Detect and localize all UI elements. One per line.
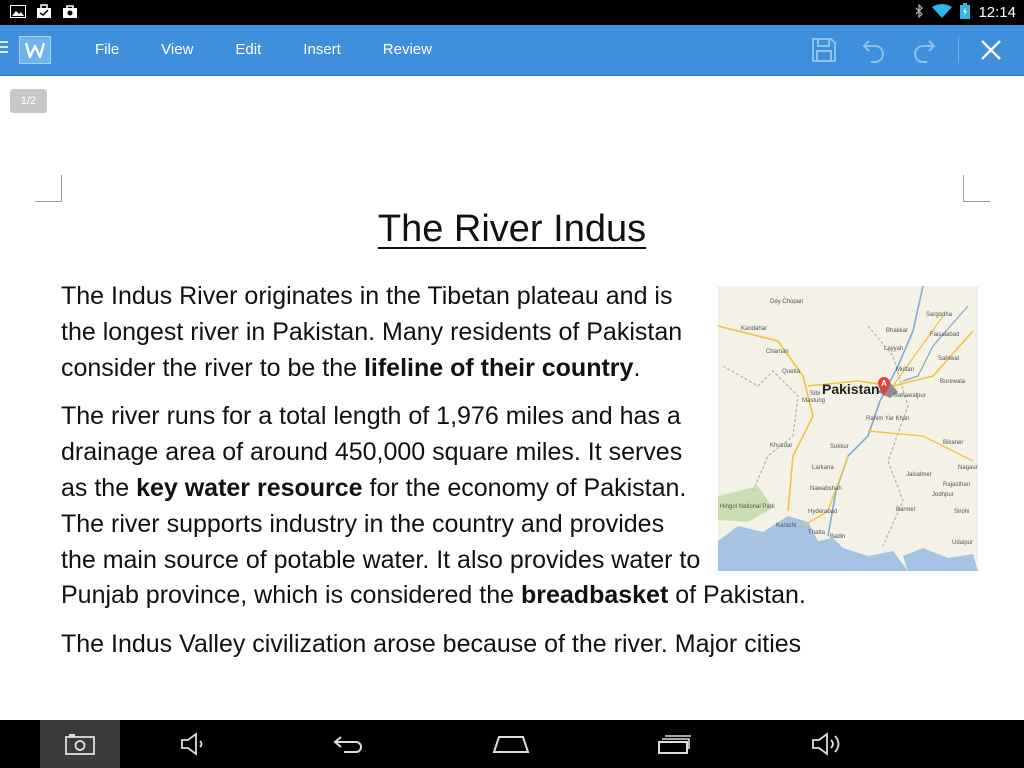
svg-text:Layyah: Layyah — [884, 346, 903, 352]
svg-text:Hyderabad: Hyderabad — [808, 509, 837, 515]
save-icon[interactable] — [810, 36, 840, 64]
page-corner-mark — [963, 175, 990, 202]
svg-text:Rajasthan: Rajasthan — [943, 482, 970, 488]
svg-text:Dey Chopan: Dey Chopan — [770, 299, 803, 305]
document-title[interactable]: The River Indus — [378, 208, 646, 250]
wps-writer-logo-icon[interactable] — [19, 36, 51, 64]
screenshot-icon[interactable] — [40, 720, 120, 768]
clock: 12:14 — [978, 4, 1016, 21]
svg-text:Mastung: Mastung — [802, 398, 825, 404]
svg-text:Burewala: Burewala — [940, 379, 966, 385]
svg-text:Jodhpur: Jodhpur — [932, 492, 954, 498]
app-toolbar: File View Edit Insert Review — [0, 25, 1024, 76]
briefcase-icon — [36, 4, 52, 19]
paragraph-1[interactable]: A Pakistan Dey Chopan Kandahar Chaman Qu… — [61, 279, 978, 571]
map-marker-label: A — [881, 379, 887, 388]
svg-text:Bikaner: Bikaner — [943, 440, 963, 446]
menu-view[interactable]: View — [140, 25, 214, 75]
svg-text:Chaman: Chaman — [766, 349, 789, 355]
svg-text:Bahawalpur: Bahawalpur — [894, 393, 926, 399]
back-icon[interactable] — [309, 720, 389, 768]
svg-text:Nawabshah: Nawabshah — [810, 486, 842, 492]
redo-icon[interactable] — [910, 36, 940, 64]
svg-text:Badin: Badin — [830, 534, 845, 540]
system-navigation-bar — [0, 720, 1024, 768]
map-country-label: Pakistan — [822, 381, 880, 397]
home-icon[interactable] — [471, 720, 551, 768]
undo-icon[interactable] — [860, 36, 890, 64]
close-icon[interactable] — [977, 36, 1007, 64]
svg-text:Quetta: Quetta — [782, 369, 801, 375]
page-indicator: 1/2 — [10, 89, 47, 113]
svg-text:Karachi: Karachi — [776, 523, 796, 529]
menu-file[interactable]: File — [74, 25, 140, 75]
svg-text:Nagaur: Nagaur — [958, 465, 978, 471]
svg-text:Sirohi: Sirohi — [954, 509, 969, 515]
recent-apps-icon[interactable] — [634, 720, 714, 768]
svg-text:Sargodha: Sargodha — [926, 312, 953, 318]
main-menu: File View Edit Insert Review — [74, 25, 453, 75]
wifi-icon — [932, 3, 953, 22]
svg-text:Sukkur: Sukkur — [830, 444, 849, 450]
svg-text:Thatta: Thatta — [808, 530, 826, 536]
paragraph-3[interactable]: The Indus Valley civilization arose beca… — [61, 627, 951, 663]
menu-review[interactable]: Review — [362, 25, 453, 75]
page-corner-mark — [35, 175, 62, 202]
svg-text:Hingol National Park: Hingol National Park — [720, 504, 776, 510]
document-canvas[interactable]: 1/2 The River Indus A Pakistan Dey Chopa… — [0, 76, 1024, 720]
shopping-bag-icon — [62, 4, 78, 19]
svg-text:Kandahar: Kandahar — [741, 326, 767, 332]
svg-text:Udaipur: Udaipur — [952, 540, 973, 546]
menu-insert[interactable]: Insert — [282, 25, 362, 75]
menu-handle-icon[interactable] — [0, 38, 8, 60]
svg-text:Sahiwal: Sahiwal — [938, 356, 959, 362]
battery-charging-icon — [960, 3, 971, 22]
volume-up-icon[interactable] — [788, 720, 868, 768]
svg-text:Barmer: Barmer — [896, 507, 916, 513]
volume-down-icon[interactable] — [154, 720, 234, 768]
svg-text:Khuzdar: Khuzdar — [770, 443, 792, 449]
svg-text:Multan: Multan — [896, 367, 914, 373]
svg-text:Rahim Yar Khan: Rahim Yar Khan — [866, 416, 909, 422]
svg-text:Larkana: Larkana — [812, 465, 834, 471]
menu-edit[interactable]: Edit — [214, 25, 282, 75]
gallery-icon — [10, 4, 26, 19]
svg-text:Bhakkar: Bhakkar — [886, 328, 908, 334]
svg-text:Faisalabad: Faisalabad — [930, 332, 959, 338]
document-body[interactable]: A Pakistan Dey Chopan Kandahar Chaman Qu… — [61, 279, 978, 676]
bluetooth-icon — [914, 3, 924, 21]
toolbar-divider — [958, 37, 959, 63]
map-image[interactable]: A Pakistan Dey Chopan Kandahar Chaman Qu… — [718, 286, 978, 571]
status-bar: 12:14 — [0, 0, 1024, 25]
svg-text:Sibi: Sibi — [810, 391, 820, 397]
svg-text:Jaisalmer: Jaisalmer — [906, 472, 932, 478]
